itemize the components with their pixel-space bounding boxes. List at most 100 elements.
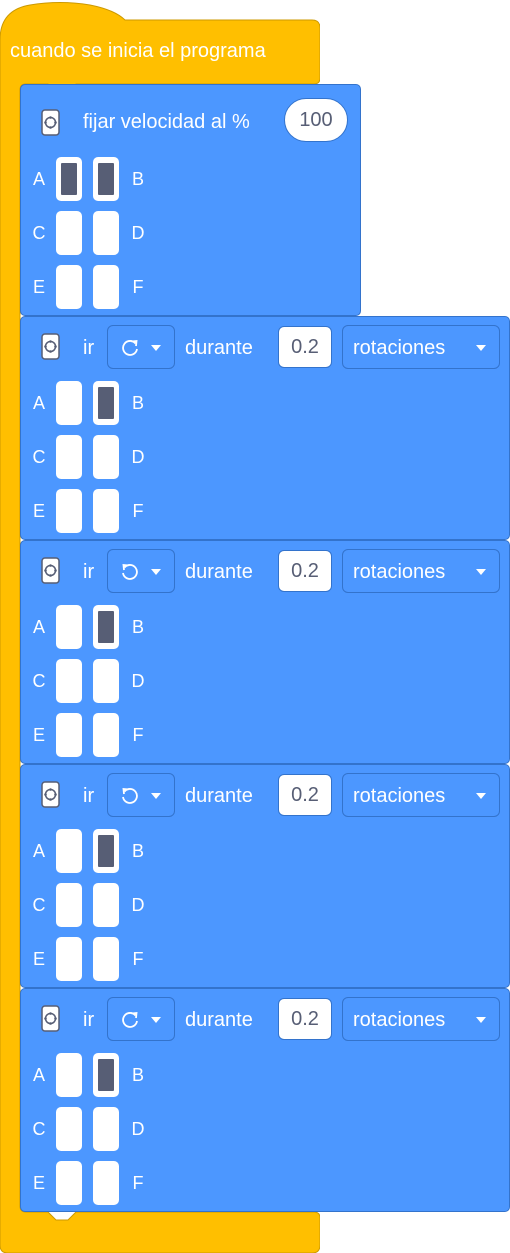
chevron-down-icon	[151, 793, 161, 799]
during-label: durante	[185, 337, 253, 359]
motor-go-block-2[interactable]: ir durante 0.2 rotaciones A B C D E F	[20, 540, 510, 764]
rotate-clockwise-icon	[122, 1011, 138, 1028]
port-f-toggle[interactable]	[93, 1161, 119, 1205]
port-b-toggle[interactable]	[93, 1053, 119, 1097]
port-letter-c: C	[32, 1119, 46, 1139]
motor-go-block-1[interactable]: ir durante 0.2 rotaciones A B C D E F	[20, 316, 510, 540]
port-letter-b: B	[131, 617, 144, 637]
port-letter-d: D	[131, 223, 145, 243]
port-letter-f: F	[132, 277, 144, 297]
port-letter-f: F	[132, 1173, 144, 1193]
port-letter-a: A	[32, 841, 45, 861]
port-letter-e: E	[32, 277, 45, 297]
port-letter-a: A	[32, 393, 45, 413]
port-d-toggle[interactable]	[93, 883, 119, 927]
direction-dropdown[interactable]	[107, 773, 175, 817]
port-letter-e: E	[32, 949, 45, 969]
amount-input[interactable]: 0.2	[278, 774, 332, 816]
port-e-toggle[interactable]	[56, 265, 82, 309]
amount-input[interactable]: 0.2	[278, 550, 332, 592]
port-a-toggle[interactable]	[56, 157, 82, 201]
port-letter-d: D	[131, 895, 145, 915]
set-speed-label: fijar velocidad al %	[83, 111, 250, 133]
amount-input[interactable]: 0.2	[278, 998, 332, 1040]
port-b-toggle[interactable]	[93, 157, 119, 201]
go-label: ir	[83, 785, 95, 807]
port-c-toggle[interactable]	[56, 659, 82, 703]
port-letter-c: C	[32, 895, 46, 915]
port-a-toggle[interactable]	[56, 829, 82, 873]
direction-dropdown[interactable]	[107, 997, 175, 1041]
port-b-toggle[interactable]	[93, 605, 119, 649]
go-label: ir	[83, 561, 95, 583]
port-d-toggle[interactable]	[93, 1107, 119, 1151]
port-f-toggle[interactable]	[93, 713, 119, 757]
port-f-toggle[interactable]	[93, 489, 119, 533]
rotate-counterclockwise-icon	[122, 563, 138, 580]
port-letter-e: E	[32, 725, 45, 745]
hub-icon	[41, 109, 60, 136]
motor-go-block-3[interactable]: ir durante 0.2 rotaciones A B C D E F	[20, 764, 510, 988]
port-f-toggle[interactable]	[93, 265, 119, 309]
hub-icon	[41, 557, 60, 584]
port-c-toggle[interactable]	[56, 883, 82, 927]
rotate-clockwise-icon	[122, 339, 138, 356]
hub-icon	[41, 1005, 60, 1032]
unit-dropdown[interactable]: rotaciones	[342, 997, 500, 1041]
chevron-down-icon	[476, 569, 486, 575]
port-f-toggle[interactable]	[93, 937, 119, 981]
during-label: durante	[185, 1009, 253, 1031]
port-a-toggle[interactable]	[56, 1053, 82, 1097]
port-e-toggle[interactable]	[56, 713, 82, 757]
hub-icon	[41, 333, 60, 360]
hub-icon	[41, 781, 60, 808]
unit-dropdown[interactable]: rotaciones	[342, 773, 500, 817]
port-d-toggle[interactable]	[93, 211, 119, 255]
port-d-toggle[interactable]	[93, 435, 119, 479]
amount-input[interactable]: 0.2	[278, 326, 332, 368]
direction-dropdown[interactable]	[107, 549, 175, 593]
port-a-toggle[interactable]	[56, 381, 82, 425]
port-letter-d: D	[131, 447, 145, 467]
port-d-toggle[interactable]	[93, 659, 119, 703]
port-letter-c: C	[32, 447, 46, 467]
motor-go-block-4[interactable]: ir durante 0.2 rotaciones A B C D E F	[20, 988, 510, 1212]
port-c-toggle[interactable]	[56, 1107, 82, 1151]
unit-label: rotaciones	[353, 785, 446, 807]
port-b-toggle[interactable]	[93, 829, 119, 873]
port-letter-c: C	[32, 223, 46, 243]
port-letter-a: A	[32, 1065, 45, 1085]
port-e-toggle[interactable]	[56, 489, 82, 533]
port-letter-a: A	[32, 169, 45, 189]
rotate-counterclockwise-icon	[122, 787, 138, 804]
chevron-down-icon	[476, 345, 486, 351]
chevron-down-icon	[151, 569, 161, 575]
port-b-toggle[interactable]	[93, 381, 119, 425]
unit-dropdown[interactable]: rotaciones	[342, 325, 500, 369]
port-c-toggle[interactable]	[56, 435, 82, 479]
port-letter-e: E	[32, 501, 45, 521]
port-letter-f: F	[132, 725, 144, 745]
port-letter-b: B	[131, 841, 144, 861]
go-label: ir	[83, 1009, 95, 1031]
port-letter-b: B	[131, 169, 144, 189]
hat-label: cuando se inicia el programa	[10, 40, 266, 62]
port-e-toggle[interactable]	[56, 1161, 82, 1205]
chevron-down-icon	[476, 793, 486, 799]
speed-value-input[interactable]: 100	[284, 98, 348, 142]
port-c-toggle[interactable]	[56, 211, 82, 255]
direction-dropdown[interactable]	[107, 325, 175, 369]
port-e-toggle[interactable]	[56, 937, 82, 981]
unit-label: rotaciones	[353, 337, 446, 359]
chevron-down-icon	[151, 345, 161, 351]
set-speed-block[interactable]: fijar velocidad al % 100 A B C D E F	[20, 84, 361, 316]
port-a-toggle[interactable]	[56, 605, 82, 649]
port-letter-a: A	[32, 617, 45, 637]
during-label: durante	[185, 785, 253, 807]
go-label: ir	[83, 337, 95, 359]
port-letter-d: D	[131, 1119, 145, 1139]
port-letter-b: B	[131, 1065, 144, 1085]
unit-dropdown[interactable]: rotaciones	[342, 549, 500, 593]
port-letter-b: B	[131, 393, 144, 413]
port-letter-d: D	[131, 671, 145, 691]
